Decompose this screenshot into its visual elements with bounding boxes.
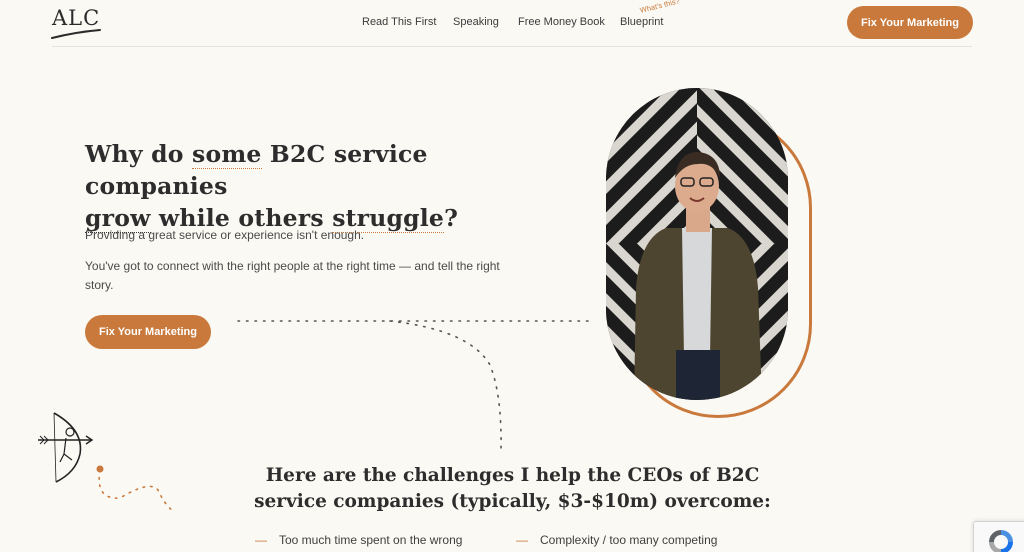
challenge-item: — Complexity / too many competing xyxy=(516,533,717,547)
portrait-image xyxy=(606,88,788,400)
archer-icon xyxy=(38,412,94,483)
challenge-dash: — xyxy=(516,533,528,547)
portrait-frame xyxy=(606,88,812,418)
challenges-title: Here are the challenges I help the CEOs … xyxy=(254,465,771,512)
recaptcha-badge[interactable] xyxy=(973,521,1024,552)
recaptcha-icon xyxy=(989,530,1013,552)
challenge-dash: — xyxy=(255,533,267,547)
challenge-text: Complexity / too many competing xyxy=(540,533,718,547)
challenge-text: Too much time spent on the wrong xyxy=(279,533,463,547)
challenge-item: — Too much time spent on the wrong xyxy=(255,533,462,547)
